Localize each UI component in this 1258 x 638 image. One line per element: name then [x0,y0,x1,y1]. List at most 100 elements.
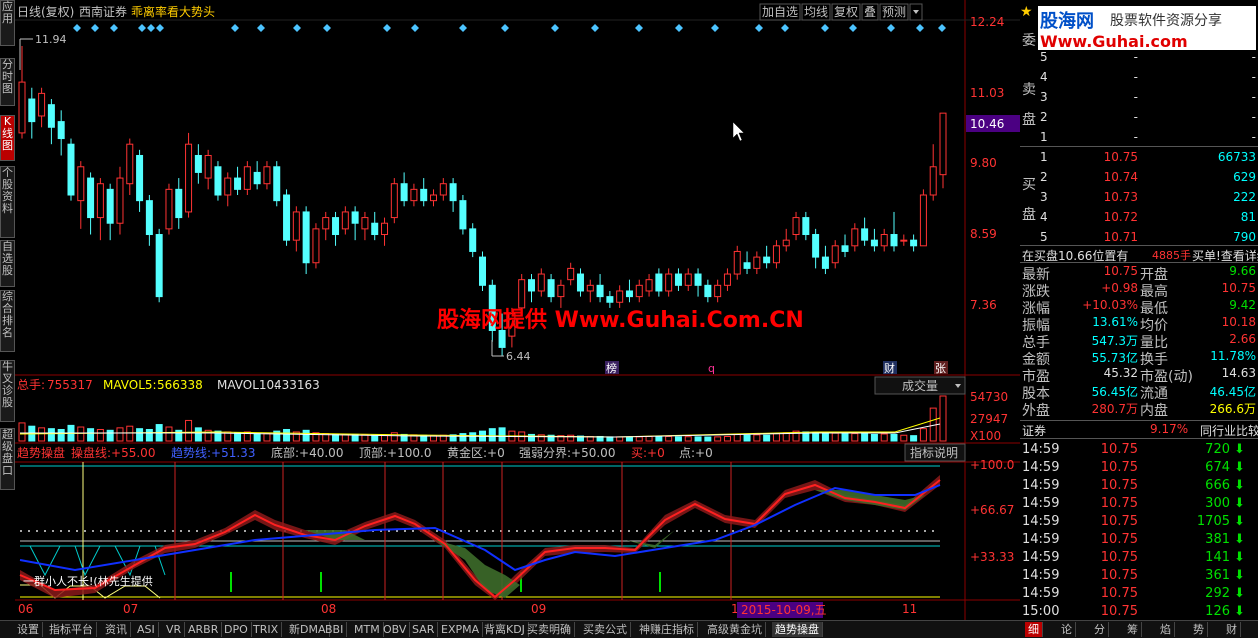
book-level: 4 [1040,70,1048,84]
panel-tab[interactable]: 论 [1058,622,1076,637]
adjust-button[interactable]: 复权 [834,5,858,19]
tick-volume: 292 [1205,586,1230,601]
tab-apps[interactable]: 应用 [0,0,15,46]
volume-bar [283,428,291,442]
tab-intraday[interactable]: 分时图 [0,58,15,106]
candle [479,256,486,286]
panel-tab[interactable]: 分 [1091,622,1109,637]
tick-time: 14:59 [1022,496,1060,511]
date-cursor-label: 2015-10-09,五 [741,603,827,617]
book-level: 2 [1040,170,1048,184]
volume-bar [714,436,722,442]
bottom-tab[interactable]: TRIX [250,622,283,637]
panel-tab[interactable]: 焰 [1157,622,1175,637]
bottom-tab[interactable]: 买卖公式 [580,622,631,637]
price-axis-label: 7.36 [970,298,997,312]
candle [802,217,810,236]
bottom-tab[interactable]: DPO [221,622,252,637]
forecast-button[interactable]: 预测 [882,5,906,19]
candle [116,177,124,224]
candle [47,104,55,128]
bottom-tab[interactable]: BBI [322,622,348,637]
tab-profile[interactable]: 个股资料 [0,166,15,238]
bottom-tab[interactable]: ARBR [185,622,223,637]
tab-ranking[interactable]: 综合排名 [0,290,15,352]
bottom-tab[interactable]: 高级黄金坑 [704,622,766,637]
panel-tab[interactable]: 筹 [1124,622,1142,637]
bottom-tab[interactable]: OBV [380,622,411,637]
tab-watchlist[interactable]: 自选股 [0,240,15,287]
bottom-tab[interactable]: ASI [134,622,159,637]
candle [537,273,545,292]
bottom-tab[interactable]: 趋势操盘 [772,622,823,637]
volume-bar [635,436,643,442]
left-tabs: 应用 分时图 K线图 个股资料 自选股 综合排名 牛叉诊股 超级盘口 [0,0,15,620]
tab-super-tape[interactable]: 超级盘口 [0,428,15,490]
tick-price: 10.75 [1100,586,1138,601]
bottom-tab[interactable]: 设置 [14,622,43,637]
volume-bar [302,429,310,442]
candle [861,228,869,241]
star-icon[interactable]: ★ [1020,4,1036,20]
bottom-tab[interactable]: 指标平台 [46,622,97,637]
mavol5-value: 566338 [157,378,203,392]
candle [302,211,310,264]
bottom-tab[interactable]: SAR [409,622,439,637]
stat-value: +10.03% [1082,298,1138,312]
bottom-tab[interactable]: 神赚庄指标 [636,622,698,637]
bottom-tab[interactable]: EXPMA [438,622,484,637]
ma-button[interactable]: 均线 [804,5,828,19]
stat-label: 外盘 [1022,403,1050,419]
date-label: 06 [18,602,33,616]
main-chart[interactable]: 日线(复权) 西南证券 乖离率看大势头 加自选 均线 复权 叠 预测 12.24… [15,0,1020,620]
bottom-tab[interactable]: 买卖明确 [524,622,575,637]
tab-diagnosis[interactable]: 牛叉诊股 [0,360,15,422]
tick-volume: 1705 [1196,514,1230,529]
candle [606,296,614,303]
down-arrow-icon: ⬇ [1234,550,1245,565]
bottom-tab[interactable]: 背离KDJ [481,622,529,637]
candle [547,279,555,298]
bottom-tab[interactable]: VR [163,622,186,637]
book-volume: - [1251,90,1256,104]
candle [939,112,947,176]
event-mark[interactable]: 张 [935,362,946,375]
bottom-tab[interactable]: MTM [351,622,384,637]
event-mark[interactable]: q [708,362,715,375]
volume-bar [253,433,261,442]
volume-bar [812,432,820,442]
candle [586,284,594,292]
bottom-tab[interactable]: 资讯 [102,622,131,637]
tick-price: 10.75 [1100,514,1138,529]
date-label: 11 [902,602,917,616]
volume-bar [116,427,124,442]
volume-bar [371,434,379,442]
book-divider [1020,146,1258,147]
mouse-cursor-icon [732,121,745,142]
volume-bar [743,434,751,442]
diamond-icon [411,24,419,32]
book-level: 5 [1040,230,1048,244]
panel-tab[interactable]: 势 [1190,622,1208,637]
book-price: 10.72 [1103,210,1138,224]
panel-tab[interactable]: 财 [1223,622,1241,637]
industry-compare-link[interactable]: 同行业比较 [1200,422,1258,439]
volume-bar [890,433,898,442]
stat-value: 2.66 [1229,332,1256,346]
volume-bar [606,436,614,442]
overlay-button[interactable]: 叠 [864,5,876,19]
volume-bar [106,429,114,442]
panel-tab[interactable]: 细 [1025,622,1043,637]
tick-price: 10.75 [1100,532,1138,547]
book-volume: 81 [1240,210,1256,224]
tab-kline[interactable]: K线图 [0,115,15,161]
tick-time: 14:59 [1022,514,1060,529]
event-mark[interactable]: 财 [884,361,895,375]
stat-value: 46.45亿 [1209,385,1256,399]
add-watchlist-button[interactable]: 加自选 [762,5,798,19]
volume-bar [498,427,506,442]
price-axis-label: 9.80 [970,156,997,170]
volume-bar [57,428,65,442]
event-mark[interactable]: 榜 [606,361,617,375]
candle [880,234,888,247]
